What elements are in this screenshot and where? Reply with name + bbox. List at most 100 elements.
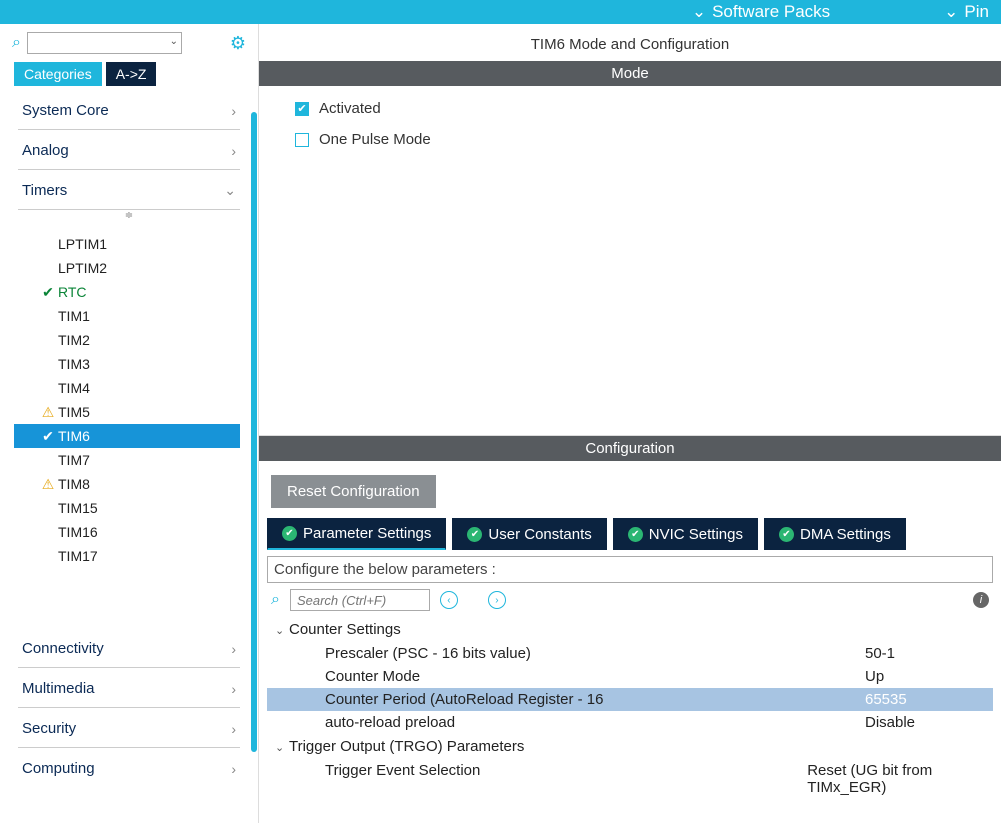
main-panel: TIM6 Mode and Configuration Mode ✔ Activ… — [259, 24, 1001, 823]
param-trigger-event[interactable]: Trigger Event Selection Reset (UG bit fr… — [267, 759, 993, 799]
activated-row[interactable]: ✔ Activated — [295, 100, 1001, 117]
expand-all-button[interactable]: › — [488, 591, 506, 609]
param-value: Disable — [865, 714, 915, 731]
tree-item-tim1[interactable]: TIM1 — [18, 304, 240, 328]
chevron-down-icon: ⌄ — [692, 2, 706, 22]
tree-item-label: TIM8 — [58, 476, 90, 492]
sidebar: ⌕ ⌄ ⚙ Categories A->Z System Core › Anal… — [0, 24, 259, 823]
activated-checkbox[interactable]: ✔ — [295, 102, 309, 116]
chevron-right-icon: › — [231, 681, 236, 697]
tree-item-tim17[interactable]: TIM17 — [18, 544, 240, 568]
tree-item-label: LPTIM2 — [58, 260, 107, 276]
tree-item-lptim2[interactable]: LPTIM2 — [18, 256, 240, 280]
warning-icon: ⚠ — [40, 404, 56, 421]
chevron-down-icon[interactable]: ⌄ — [170, 36, 178, 47]
software-packs-label: Software Packs — [712, 2, 830, 22]
chevron-right-icon: › — [231, 761, 236, 777]
group-label: Counter Settings — [289, 621, 401, 638]
chevron-right-icon: › — [231, 641, 236, 657]
check-circle-icon: ✔ — [628, 527, 643, 542]
category-label: Analog — [22, 142, 69, 159]
category-label: Multimedia — [22, 680, 95, 697]
check-circle-icon: ✔ — [779, 527, 794, 542]
group-trgo[interactable]: ⌄Trigger Output (TRGO) Parameters — [267, 734, 993, 759]
tab-parameter-settings[interactable]: ✔Parameter Settings — [267, 518, 446, 550]
panel-title: TIM6 Mode and Configuration — [259, 24, 1001, 61]
tree-item-label: TIM15 — [58, 500, 98, 516]
tab-nvic-settings[interactable]: ✔ NVIC Settings — [613, 518, 758, 550]
category-security[interactable]: Security › — [18, 708, 240, 748]
param-counter-period[interactable]: Counter Period (AutoReload Register - 16… — [267, 688, 993, 711]
mode-header: Mode — [259, 61, 1001, 86]
search-icon: ⌕ — [271, 591, 280, 609]
tree-item-tim15[interactable]: TIM15 — [18, 496, 240, 520]
category-label: Timers — [22, 182, 67, 199]
config-search-input[interactable] — [290, 589, 430, 611]
param-value: Reset (UG bit from TIMx_EGR) — [807, 762, 993, 796]
tree-item-tim8[interactable]: ⚠TIM8 — [18, 472, 240, 496]
param-prescaler[interactable]: Prescaler (PSC - 16 bits value) 50-1 — [267, 642, 993, 665]
tree-item-rtc[interactable]: ✔RTC — [18, 280, 240, 304]
tree-item-label: TIM4 — [58, 380, 90, 396]
tree-item-tim2[interactable]: TIM2 — [18, 328, 240, 352]
tree-item-tim6[interactable]: ✔TIM6 — [14, 424, 240, 448]
tab-label: DMA Settings — [800, 526, 891, 543]
param-label: auto-reload preload — [325, 714, 865, 731]
group-counter-settings[interactable]: ⌄Counter Settings — [267, 617, 993, 642]
check-icon: ✔ — [40, 284, 56, 301]
one-pulse-label: One Pulse Mode — [319, 131, 431, 148]
software-packs-tab[interactable]: ⌄ Software Packs — [680, 2, 842, 22]
category-timers[interactable]: Timers ⌄ — [18, 170, 240, 210]
param-value: 65535 — [865, 691, 907, 708]
param-value: 50-1 — [865, 645, 895, 662]
chevron-down-icon: ⌄ — [944, 2, 958, 22]
collapse-all-button[interactable]: ‹ — [440, 591, 458, 609]
sidebar-scrollbar[interactable] — [250, 112, 258, 823]
one-pulse-checkbox[interactable] — [295, 133, 309, 147]
chevron-down-icon: ⌄ — [275, 741, 289, 754]
warning-icon: ⚠ — [40, 476, 56, 493]
gear-icon[interactable]: ⚙ — [230, 33, 246, 54]
pinout-tab[interactable]: ⌄ Pin — [932, 2, 1001, 22]
param-label: Counter Period (AutoReload Register - 16 — [325, 691, 865, 708]
reset-configuration-button[interactable]: Reset Configuration — [271, 475, 436, 508]
category-multimedia[interactable]: Multimedia › — [18, 668, 240, 708]
tree-item-tim7[interactable]: TIM7 — [18, 448, 240, 472]
sidebar-search-input[interactable] — [27, 32, 182, 54]
info-icon[interactable]: i — [973, 592, 989, 608]
category-label: Security — [22, 720, 76, 737]
tree-item-label: TIM1 — [58, 308, 90, 324]
tab-categories[interactable]: Categories — [14, 62, 102, 86]
tree-item-label: TIM16 — [58, 524, 98, 540]
tab-dma-settings[interactable]: ✔ DMA Settings — [764, 518, 906, 550]
param-label: Prescaler (PSC - 16 bits value) — [325, 645, 865, 662]
param-label: Counter Mode — [325, 668, 865, 685]
timers-tree: LPTIM1 LPTIM2 ✔RTC TIM1 TIM2 TIM3 TIM4 ⚠… — [18, 224, 240, 568]
check-circle-icon: ✔ — [467, 527, 482, 542]
tab-user-constants[interactable]: ✔ User Constants — [452, 518, 606, 550]
chevron-right-icon: › — [231, 103, 236, 119]
tree-item-tim5[interactable]: ⚠TIM5 — [18, 400, 240, 424]
chevron-right-icon: › — [231, 143, 236, 159]
tab-label: User Constants — [488, 526, 591, 543]
category-system-core[interactable]: System Core › — [18, 90, 240, 130]
divider-icon: ≑ — [18, 210, 240, 224]
chevron-down-icon: ⌄ — [275, 624, 289, 637]
tab-az[interactable]: A->Z — [106, 62, 157, 86]
tree-item-label: LPTIM1 — [58, 236, 107, 252]
configure-heading: Configure the below parameters : — [267, 556, 993, 583]
param-auto-reload[interactable]: auto-reload preload Disable — [267, 711, 993, 734]
param-counter-mode[interactable]: Counter Mode Up — [267, 665, 993, 688]
category-analog[interactable]: Analog › — [18, 130, 240, 170]
pinout-label: Pin — [964, 2, 989, 22]
tree-item-tim3[interactable]: TIM3 — [18, 352, 240, 376]
tab-label: NVIC Settings — [649, 526, 743, 543]
category-label: Computing — [22, 760, 95, 777]
tree-item-label: TIM2 — [58, 332, 90, 348]
tree-item-lptim1[interactable]: LPTIM1 — [18, 232, 240, 256]
category-computing[interactable]: Computing › — [18, 748, 240, 787]
one-pulse-row[interactable]: One Pulse Mode — [295, 131, 1001, 148]
category-connectivity[interactable]: Connectivity › — [18, 628, 240, 668]
tree-item-tim16[interactable]: TIM16 — [18, 520, 240, 544]
tree-item-tim4[interactable]: TIM4 — [18, 376, 240, 400]
